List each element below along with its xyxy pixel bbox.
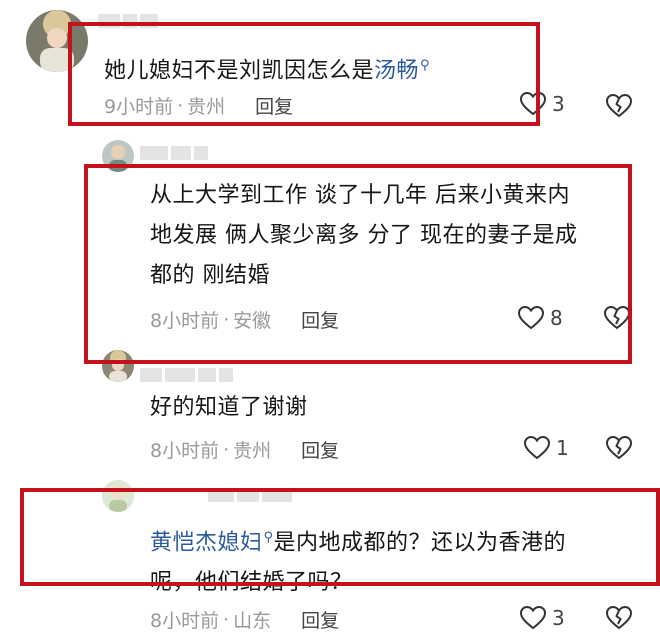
reply-button[interactable]: 回复 [255,92,293,119]
location: 贵州 [187,96,226,118]
comment-text-part: 她儿媳妇不是刘凯因怎么是 [104,58,375,84]
comment-text-part: 是内地成都的？还以为香港的 [273,530,567,556]
dislike-button[interactable] [606,606,632,630]
avatar[interactable] [102,140,134,172]
like-count: 1 [556,436,569,460]
comment-1: 她儿媳妇不是刘凯因怎么是汤畅⚲ 9小时前 · 贵州 回复 3 [0,0,660,140]
comment-text-line: 黄恺杰媳妇⚲是内地成都的？还以为香港的 [150,518,640,563]
comment-text: 从上大学到工作 谈了十几年 后来小黄来内 地发展 俩人聚少离多 分了 现在的妻子… [150,176,630,296]
heart-outline-icon [524,436,550,460]
search-keyword-link[interactable]: 汤畅 [374,58,419,83]
location: 安徽 [233,310,272,332]
like-button[interactable]: 3 [520,606,565,630]
location: 贵州 [233,440,272,462]
broken-heart-icon [606,436,632,460]
avatar-image [102,480,134,512]
heart-outline-icon [520,92,546,116]
avatar-image [102,140,134,172]
comment-meta: 9小时前 · 贵州 回复 [104,92,293,119]
dislike-button[interactable] [606,94,632,118]
broken-heart-icon [606,606,632,630]
comment-meta: 8小时前 · 贵州 回复 [150,436,339,463]
like-count: 3 [552,606,565,630]
reply-button[interactable]: 回复 [301,606,339,633]
like-count: 8 [550,306,563,330]
comment-2: 从上大学到工作 谈了十几年 后来小黄来内 地发展 俩人聚少离多 分了 现在的妻子… [0,140,660,350]
username-redacted [98,14,158,30]
username-redacted [208,488,292,504]
search-icon[interactable]: ⚲ [420,58,430,73]
avatar-image [102,350,134,382]
separator: · [223,308,230,331]
avatar[interactable] [26,10,88,72]
search-keyword-link[interactable]: 黄恺杰媳妇 [150,530,263,555]
comment-text-line: 都的 刚结婚 [150,263,270,288]
comment-meta: 8小时前 · 安徽 回复 [150,306,339,333]
dislike-button[interactable] [604,306,630,330]
search-icon[interactable]: ⚲ [264,530,274,545]
timestamp: 8小时前 [150,310,220,332]
broken-heart-icon [606,94,632,118]
separator: · [223,608,230,631]
location: 山东 [233,610,272,632]
comment-3: 好的知道了谢谢 8小时前 · 贵州 回复 1 [0,350,660,480]
separator: · [177,94,184,117]
like-button[interactable]: 1 [524,436,569,460]
comment-text: 好的知道了谢谢 [150,388,308,428]
like-button[interactable]: 8 [518,306,563,330]
comment-text-line: 好的知道了谢谢 [150,395,308,420]
username-redacted [140,368,233,384]
heart-outline-icon [518,306,544,330]
dislike-button[interactable] [606,436,632,460]
heart-outline-icon [520,606,546,630]
like-count: 3 [552,92,565,116]
broken-heart-icon [604,306,630,330]
comment-text: 她儿媳妇不是刘凯因怎么是汤畅⚲ [104,46,430,91]
comment-4: 黄恺杰媳妇⚲是内地成都的？还以为香港的 呢，他们结婚了吗？ 8小时前 · 山东 … [0,478,660,643]
comment-text-line: 呢，他们结婚了吗？ [150,570,353,596]
timestamp: 8小时前 [150,610,220,632]
timestamp: 8小时前 [150,440,220,462]
avatar-image [26,10,88,72]
comment-text: 黄恺杰媳妇⚲是内地成都的？还以为香港的 呢，他们结婚了吗？ [150,518,640,603]
comment-text-line: 地发展 俩人聚少离多 分了 现在的妻子是成 [150,223,578,248]
reply-button[interactable]: 回复 [301,436,339,463]
username-redacted [140,146,208,162]
timestamp: 9小时前 [104,96,174,118]
like-button[interactable]: 3 [520,92,565,116]
reply-button[interactable]: 回复 [301,306,339,333]
separator: · [223,438,230,461]
avatar[interactable] [102,480,134,512]
avatar[interactable] [102,350,134,382]
comment-text-line: 从上大学到工作 谈了十几年 后来小黄来内 [150,183,570,208]
comment-meta: 8小时前 · 山东 回复 [150,606,339,633]
